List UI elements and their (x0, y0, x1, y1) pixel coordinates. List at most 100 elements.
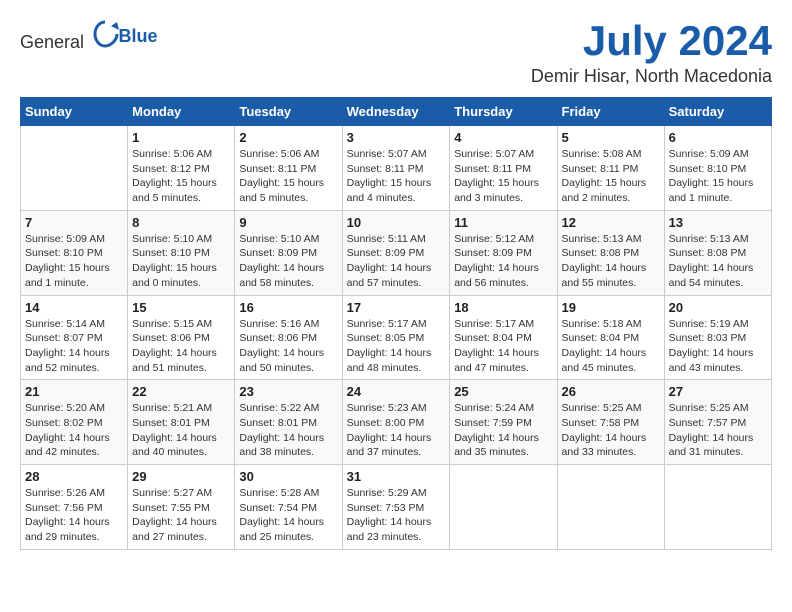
logo-general: General (20, 32, 84, 52)
calendar-day-cell: 31 Sunrise: 5:29 AMSunset: 7:53 PMDayligh… (342, 465, 450, 550)
day-info: Sunrise: 5:20 AMSunset: 8:02 PMDaylight:… (25, 401, 123, 460)
location-title: Demir Hisar, North Macedonia (531, 66, 772, 87)
weekday-header: SundayMondayTuesdayWednesdayThursdayFrid… (21, 98, 772, 126)
calendar-day-cell: 11Sunrise: 5:12 AMSunset: 8:09 PMDayligh… (450, 210, 557, 295)
day-info: Sunrise: 5:13 AMSunset: 8:08 PMDaylight:… (669, 232, 767, 291)
calendar-day-cell: 5Sunrise: 5:08 AMSunset: 8:11 PMDaylight… (557, 126, 664, 211)
header: General Blue July 2024 Demir Hisar, Nort… (20, 20, 772, 87)
day-info: Sunrise: 5:09 AMSunset: 8:10 PMDaylight:… (669, 147, 767, 206)
day-number: 20 (669, 300, 767, 315)
weekday-header-cell: Saturday (664, 98, 771, 126)
day-info: Sunrise: 5:13 AMSunset: 8:08 PMDaylight:… (562, 232, 660, 291)
day-number: 14 (25, 300, 123, 315)
day-number: 19 (562, 300, 660, 315)
calendar-week-row: 28 Sunrise: 5:26 AMSunset: 7:56 PMDayligh… (21, 465, 772, 550)
day-number: 18 (454, 300, 552, 315)
calendar-day-cell (21, 126, 128, 211)
calendar-day-cell: 28 Sunrise: 5:26 AMSunset: 7:56 PMDayligh… (21, 465, 128, 550)
day-number: 7 (25, 215, 123, 230)
calendar-day-cell: 30 Sunrise: 5:28 AMSunset: 7:54 PMDayligh… (235, 465, 342, 550)
calendar-day-cell: 6 Sunrise: 5:09 AMSunset: 8:10 PMDaylight… (664, 126, 771, 211)
day-info: Sunrise: 5:17 AMSunset: 8:04 PMDaylight:… (454, 317, 552, 376)
weekday-header-cell: Sunday (21, 98, 128, 126)
day-info: Sunrise: 5:26 AMSunset: 7:56 PMDaylight:… (25, 486, 123, 545)
day-info: Sunrise: 5:09 AMSunset: 8:10 PMDaylight:… (25, 232, 123, 291)
day-number: 2 (239, 130, 337, 145)
calendar-day-cell (450, 465, 557, 550)
weekday-header-cell: Friday (557, 98, 664, 126)
day-info: Sunrise: 5:16 AMSunset: 8:06 PMDaylight:… (239, 317, 337, 376)
day-info: Sunrise: 5:23 AMSunset: 8:00 PMDaylight:… (347, 401, 446, 460)
day-info: Sunrise: 5:28 AMSunset: 7:54 PMDaylight:… (239, 486, 337, 545)
logo-blue: Blue (119, 26, 158, 46)
day-number: 6 (669, 130, 767, 145)
day-info: Sunrise: 5:19 AMSunset: 8:03 PMDaylight:… (669, 317, 767, 376)
day-number: 28 (25, 469, 123, 484)
day-info: Sunrise: 5:24 AMSunset: 7:59 PMDaylight:… (454, 401, 552, 460)
day-number: 9 (239, 215, 337, 230)
day-info: Sunrise: 5:27 AMSunset: 7:55 PMDaylight:… (132, 486, 230, 545)
day-number: 26 (562, 384, 660, 399)
calendar-day-cell (557, 465, 664, 550)
day-number: 4 (454, 130, 552, 145)
day-info: Sunrise: 5:29 AMSunset: 7:53 PMDaylight:… (347, 486, 446, 545)
calendar-day-cell: 29Sunrise: 5:27 AMSunset: 7:55 PMDayligh… (128, 465, 235, 550)
day-info: Sunrise: 5:15 AMSunset: 8:06 PMDaylight:… (132, 317, 230, 376)
calendar-week-row: 1Sunrise: 5:06 AMSunset: 8:12 PMDaylight… (21, 126, 772, 211)
weekday-header-cell: Tuesday (235, 98, 342, 126)
day-info: Sunrise: 5:14 AMSunset: 8:07 PMDaylight:… (25, 317, 123, 376)
day-number: 17 (347, 300, 446, 315)
day-number: 30 (239, 469, 337, 484)
calendar-day-cell: 22 Sunrise: 5:21 AMSunset: 8:01 PMDayligh… (128, 380, 235, 465)
day-number: 8 (132, 215, 230, 230)
day-info: Sunrise: 5:11 AMSunset: 8:09 PMDaylight:… (347, 232, 446, 291)
calendar-day-cell: 8 Sunrise: 5:10 AMSunset: 8:10 PMDaylight… (128, 210, 235, 295)
calendar-day-cell: 21 Sunrise: 5:20 AMSunset: 8:02 PMDayligh… (21, 380, 128, 465)
day-number: 13 (669, 215, 767, 230)
title-area: July 2024 Demir Hisar, North Macedonia (531, 20, 772, 87)
day-info: Sunrise: 5:06 AMSunset: 8:11 PMDaylight:… (239, 147, 337, 206)
calendar-body: 1Sunrise: 5:06 AMSunset: 8:12 PMDaylight… (21, 126, 772, 550)
calendar-day-cell: 26Sunrise: 5:25 AMSunset: 7:58 PMDayligh… (557, 380, 664, 465)
calendar-day-cell: 20 Sunrise: 5:19 AMSunset: 8:03 PMDayligh… (664, 295, 771, 380)
weekday-header-cell: Monday (128, 98, 235, 126)
calendar-day-cell: 23Sunrise: 5:22 AMSunset: 8:01 PMDayligh… (235, 380, 342, 465)
day-number: 5 (562, 130, 660, 145)
day-info: Sunrise: 5:07 AMSunset: 8:11 PMDaylight:… (454, 147, 552, 206)
day-number: 21 (25, 384, 123, 399)
calendar-day-cell: 3 Sunrise: 5:07 AMSunset: 8:11 PMDaylight… (342, 126, 450, 211)
day-number: 23 (239, 384, 337, 399)
day-number: 22 (132, 384, 230, 399)
calendar-day-cell: 14 Sunrise: 5:14 AMSunset: 8:07 PMDayligh… (21, 295, 128, 380)
day-info: Sunrise: 5:18 AMSunset: 8:04 PMDaylight:… (562, 317, 660, 376)
day-info: Sunrise: 5:12 AMSunset: 8:09 PMDaylight:… (454, 232, 552, 291)
day-number: 25 (454, 384, 552, 399)
calendar-day-cell: 10Sunrise: 5:11 AMSunset: 8:09 PMDayligh… (342, 210, 450, 295)
calendar-table: SundayMondayTuesdayWednesdayThursdayFrid… (20, 97, 772, 550)
day-number: 15 (132, 300, 230, 315)
day-info: Sunrise: 5:17 AMSunset: 8:05 PMDaylight:… (347, 317, 446, 376)
day-info: Sunrise: 5:10 AMSunset: 8:09 PMDaylight:… (239, 232, 337, 291)
day-info: Sunrise: 5:21 AMSunset: 8:01 PMDaylight:… (132, 401, 230, 460)
calendar-week-row: 21 Sunrise: 5:20 AMSunset: 8:02 PMDayligh… (21, 380, 772, 465)
calendar-day-cell: 4 Sunrise: 5:07 AMSunset: 8:11 PMDaylight… (450, 126, 557, 211)
day-info: Sunrise: 5:10 AMSunset: 8:10 PMDaylight:… (132, 232, 230, 291)
logo: General Blue (20, 20, 158, 53)
calendar-day-cell: 1Sunrise: 5:06 AMSunset: 8:12 PMDaylight… (128, 126, 235, 211)
calendar-day-cell: 18 Sunrise: 5:17 AMSunset: 8:04 PMDayligh… (450, 295, 557, 380)
month-title: July 2024 (531, 20, 772, 62)
calendar-week-row: 14 Sunrise: 5:14 AMSunset: 8:07 PMDayligh… (21, 295, 772, 380)
calendar-day-cell: 27Sunrise: 5:25 AMSunset: 7:57 PMDayligh… (664, 380, 771, 465)
day-info: Sunrise: 5:07 AMSunset: 8:11 PMDaylight:… (347, 147, 446, 206)
calendar-day-cell: 7 Sunrise: 5:09 AMSunset: 8:10 PMDaylight… (21, 210, 128, 295)
calendar-day-cell: 12Sunrise: 5:13 AMSunset: 8:08 PMDayligh… (557, 210, 664, 295)
day-number: 31 (347, 469, 446, 484)
calendar-day-cell: 19 Sunrise: 5:18 AMSunset: 8:04 PMDayligh… (557, 295, 664, 380)
calendar-day-cell: 15 Sunrise: 5:15 AMSunset: 8:06 PMDayligh… (128, 295, 235, 380)
day-number: 16 (239, 300, 337, 315)
day-number: 27 (669, 384, 767, 399)
day-number: 3 (347, 130, 446, 145)
day-number: 1 (132, 130, 230, 145)
calendar-day-cell: 13 Sunrise: 5:13 AMSunset: 8:08 PMDayligh… (664, 210, 771, 295)
calendar-day-cell: 16 Sunrise: 5:16 AMSunset: 8:06 PMDayligh… (235, 295, 342, 380)
